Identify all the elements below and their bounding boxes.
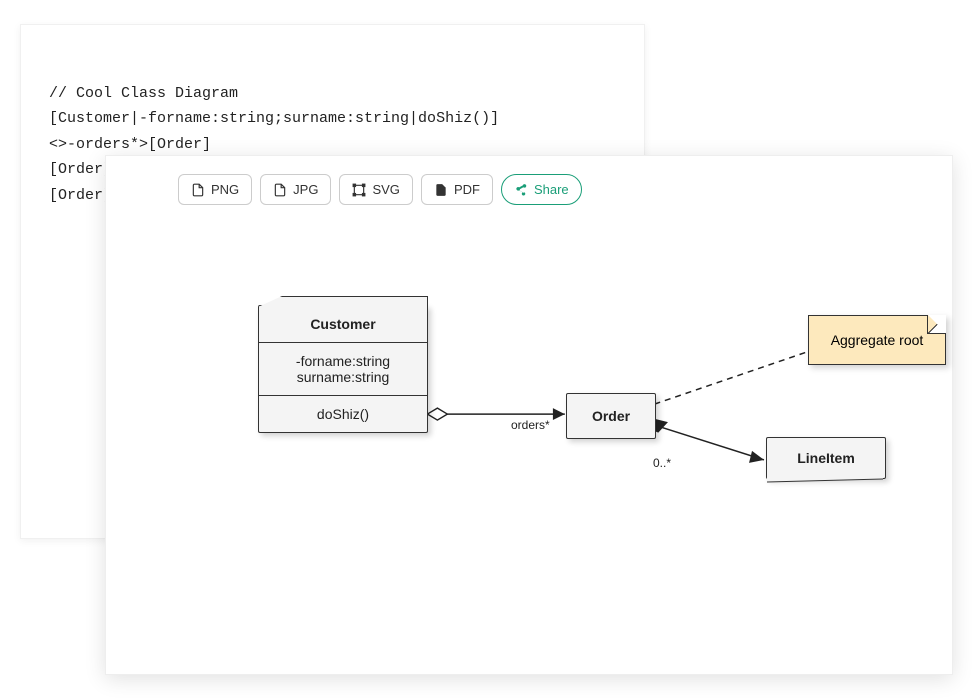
export-png-button[interactable]: PNG — [178, 174, 252, 205]
file-icon — [191, 183, 205, 197]
class-name: Order — [567, 394, 655, 438]
class-order[interactable]: Order — [566, 393, 656, 439]
code-line: <>-orders*>[Order] — [49, 136, 211, 153]
diagram-canvas[interactable]: Customer -forname:string surname:string … — [106, 205, 952, 663]
diagram-panel: PNG JPG SVG PDF Share — [105, 155, 953, 675]
file-icon — [273, 183, 287, 197]
button-label: PDF — [454, 182, 480, 197]
class-name: Customer — [259, 306, 427, 342]
note-aggregate-root[interactable]: Aggregate root — [808, 315, 946, 365]
button-label: PNG — [211, 182, 239, 197]
export-jpg-button[interactable]: JPG — [260, 174, 331, 205]
button-label: Share — [534, 182, 569, 197]
export-svg-button[interactable]: SVG — [339, 174, 412, 205]
button-label: SVG — [372, 182, 399, 197]
relation-label-zero-many: 0..* — [653, 456, 671, 470]
share-icon — [514, 183, 528, 197]
connectors — [106, 205, 952, 663]
code-line: // Cool Class Diagram — [49, 85, 238, 102]
share-button[interactable]: Share — [501, 174, 582, 205]
vector-icon — [352, 183, 366, 197]
class-methods: doShiz() — [259, 395, 427, 432]
note-text: Aggregate root — [831, 332, 924, 348]
file-icon — [434, 183, 448, 197]
export-pdf-button[interactable]: PDF — [421, 174, 493, 205]
button-label: JPG — [293, 182, 318, 197]
class-customer[interactable]: Customer -forname:string surname:string … — [258, 305, 428, 433]
class-lineitem[interactable]: LineItem — [766, 437, 886, 479]
export-toolbar: PNG JPG SVG PDF Share — [106, 156, 952, 205]
code-line: [Customer|-forname:string;surname:string… — [49, 110, 499, 127]
relation-label-orders: orders* — [511, 418, 550, 432]
class-name: LineItem — [767, 438, 885, 478]
class-attributes: -forname:string surname:string — [259, 342, 427, 395]
